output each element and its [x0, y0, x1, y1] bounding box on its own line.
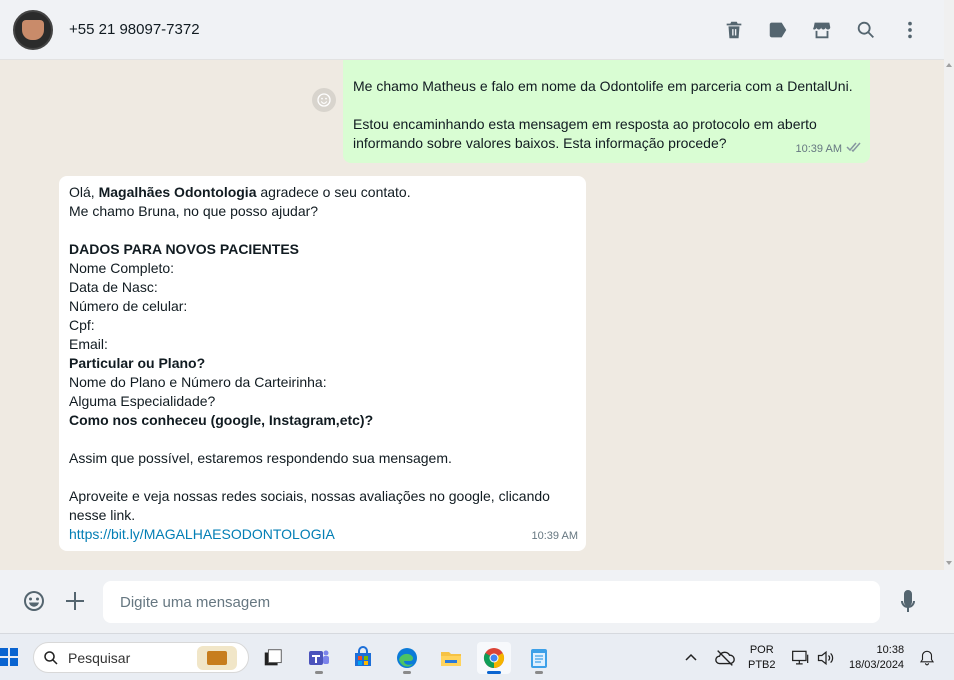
avatar-logo: [22, 19, 44, 40]
taskbar-search-label: Pesquisar: [68, 650, 131, 666]
greeting-suffix: agradece o seu contato.: [256, 184, 411, 200]
notification-bell-icon[interactable]: [918, 634, 936, 680]
clock-date: 18/03/2024: [849, 658, 905, 671]
form-question: Particular ou Plano?: [69, 355, 206, 371]
app-running-indicator: [403, 671, 411, 674]
chrome-browser-icon[interactable]: [477, 642, 511, 674]
language-indicator[interactable]: POR PTB2: [748, 634, 776, 680]
form-field: Cpf:: [69, 317, 95, 333]
message-line: Assim que possível, estaremos respondend…: [69, 450, 452, 466]
onedrive-offline-icon[interactable]: [714, 634, 736, 680]
app-active-indicator: [487, 671, 501, 674]
greeting-line: Olá, Magalhães Odontologia agradece o se…: [69, 183, 576, 202]
header-actions: [722, 14, 922, 46]
form-field: Nome do Plano e Número da Carteirinha:: [69, 374, 327, 390]
app-running-indicator: [535, 671, 543, 674]
notepad-icon[interactable]: [522, 642, 556, 674]
app-running-indicator: [315, 671, 323, 674]
chat-header: +55 21 98097-7372: [0, 0, 944, 60]
store-icon[interactable]: [810, 14, 834, 46]
forward-emoji-icon[interactable]: [312, 88, 336, 112]
edge-browser-icon[interactable]: [390, 642, 424, 674]
message-line: Estou encaminhando esta mensagem em resp…: [353, 116, 817, 132]
file-explorer-icon[interactable]: [434, 642, 468, 674]
message-line: informando sobre valores baixos. Esta in…: [353, 135, 727, 151]
message-input[interactable]: [103, 581, 880, 623]
chat-scrollbar[interactable]: [944, 0, 954, 570]
menu-icon[interactable]: [898, 14, 922, 46]
keyboard-layout: PTB2: [748, 658, 776, 671]
section-title: DADOS PARA NOVOS PACIENTES: [69, 241, 299, 257]
outgoing-message[interactable]: Me chamo Matheus e falo em nome da Odont…: [343, 60, 870, 163]
contact-name[interactable]: +55 21 98097-7372: [69, 21, 200, 38]
clock-time: 10:38: [876, 643, 905, 656]
search-icon[interactable]: [854, 14, 878, 46]
message-composer: [0, 570, 954, 633]
social-link[interactable]: https://bit.ly/MAGALHAESODONTOLOGIA: [69, 525, 576, 544]
label-icon[interactable]: [766, 14, 790, 46]
volume-icon[interactable]: [816, 634, 836, 680]
form-question: Como nos conheceu (google, Instagram,etc…: [69, 412, 374, 428]
message-line: Aproveite e veja nossas redes sociais, n…: [69, 488, 550, 504]
clock[interactable]: 10:38 18/03/2024: [849, 634, 904, 680]
chat-area: Me chamo Matheus e falo em nome da Odont…: [0, 60, 944, 570]
message-line: Me chamo Bruna, no que posso ajudar?: [69, 203, 319, 219]
microphone-icon[interactable]: [898, 589, 918, 615]
form-field: Nome Completo:: [69, 260, 175, 276]
language-code: POR: [749, 643, 774, 656]
greeting-prefix: Olá,: [69, 184, 99, 200]
show-hidden-icons-chevron-icon[interactable]: [683, 634, 699, 680]
form-field: Número de celular:: [69, 298, 188, 314]
delete-icon[interactable]: [722, 14, 746, 46]
message-line: nesse link.: [69, 507, 136, 523]
attach-plus-icon[interactable]: [64, 590, 86, 612]
scroll-up-arrow-icon[interactable]: [946, 63, 952, 67]
business-name: Magalhães Odontologia: [98, 184, 257, 200]
incoming-message[interactable]: Olá, Magalhães Odontologia agradece o se…: [59, 176, 586, 551]
task-view-icon[interactable]: [256, 642, 290, 674]
emoji-icon[interactable]: [22, 589, 46, 613]
message-line: Me chamo Matheus e falo em nome da Odont…: [353, 78, 853, 94]
windows-start-icon[interactable]: [0, 648, 18, 666]
message-timestamp: 10:39 AM: [795, 143, 842, 155]
teams-icon[interactable]: [302, 642, 336, 674]
contact-avatar[interactable]: [13, 9, 53, 50]
scroll-down-arrow-icon[interactable]: [946, 561, 952, 565]
search-icon: [44, 651, 58, 665]
form-field: Data de Nasc:: [69, 279, 158, 295]
form-field: Alguma Especialidade?: [69, 393, 216, 409]
message-time: 10:39 AM: [796, 140, 862, 159]
message-timestamp: 10:39 AM: [531, 530, 578, 542]
network-display-icon[interactable]: [791, 634, 811, 680]
taskbar-search[interactable]: Pesquisar: [33, 642, 249, 673]
read-ticks-icon: [846, 140, 862, 159]
search-highlight-bag-icon[interactable]: [197, 646, 237, 670]
form-field: Email:: [69, 336, 108, 352]
windows-taskbar: Pesquisar POR PTB2 10:38 18/03/2024: [0, 633, 954, 680]
microsoft-store-icon[interactable]: [346, 642, 380, 674]
